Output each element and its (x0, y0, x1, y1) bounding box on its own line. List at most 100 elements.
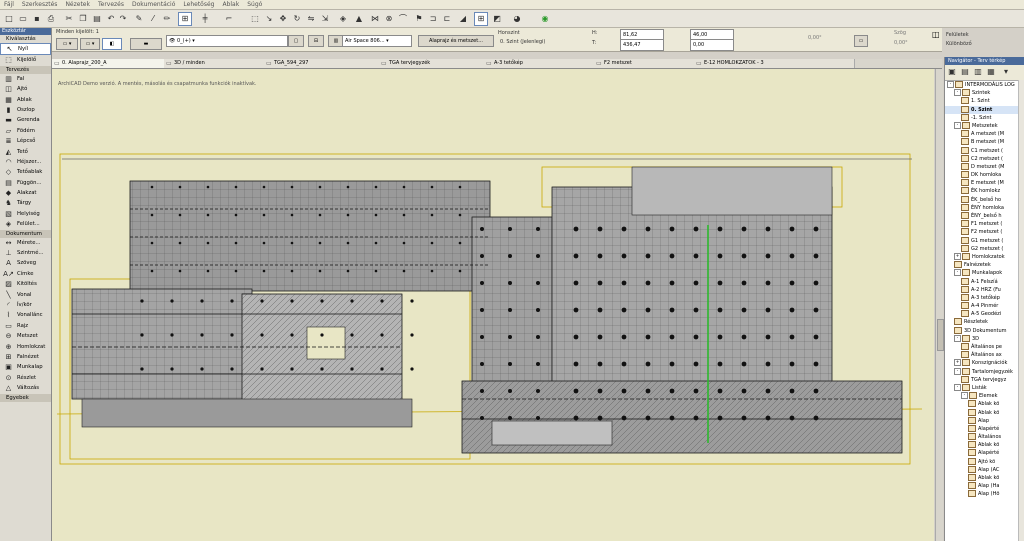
navigator-scrollbar[interactable] (1018, 80, 1024, 541)
zoom-window-icon[interactable]: ⬚ (248, 12, 262, 26)
tree-item[interactable]: Ablak kö (945, 441, 1024, 449)
tree-item[interactable]: ÉK_belső ho (945, 195, 1024, 204)
save-icon[interactable]: ▪ (30, 12, 44, 26)
tree-item[interactable]: 0. Szint (945, 105, 1024, 114)
collapse-icon[interactable]: - (954, 121, 961, 129)
section-dokumentum[interactable]: Dokumentum (0, 229, 51, 238)
pen-button[interactable]: ▢ (288, 35, 304, 47)
tool-section[interactable]: ⊖ Metszet (0, 331, 51, 341)
tree-item[interactable]: Alap (AC (945, 465, 1024, 474)
redo-icon[interactable]: ↷ (116, 12, 130, 26)
collapse-icon[interactable]: - (954, 367, 961, 375)
grid-icon[interactable]: ╪ (198, 12, 212, 26)
plan-view-icon[interactable]: ⊞ (474, 12, 488, 26)
menu-item-4[interactable]: Dokumentáció (128, 0, 179, 9)
pencil-icon[interactable]: ✏ (160, 12, 174, 26)
tree-item[interactable]: DK homloka (945, 171, 1024, 179)
new-icon[interactable]: □ (2, 12, 16, 26)
tab-3[interactable]: ▭ TGA tervjegyzék (379, 59, 485, 68)
tool-elevation[interactable]: ⊕ Homlokzat (0, 342, 51, 352)
render-icon[interactable]: ◕ (510, 12, 524, 26)
collapse-icon[interactable]: - (954, 334, 961, 342)
angle2-value[interactable]: 0,00° (894, 40, 908, 46)
project-map-icon[interactable]: ▣ (947, 67, 957, 77)
tree-item[interactable]: ÉK homlokz (945, 187, 1024, 195)
tree-item[interactable]: TGA tervjegyz (945, 375, 1024, 384)
tab-6[interactable]: ▭ E-12 HOMLOKZATOK - 3 (694, 59, 855, 68)
tree-item[interactable]: Alap (Ha (945, 482, 1024, 490)
tool-drawing[interactable]: ▭ Rajz (0, 321, 51, 331)
tree-item[interactable]: - Szintek (945, 89, 1024, 97)
trim-icon[interactable]: ⊗ (382, 12, 396, 26)
tree-item[interactable]: 3D Dokumentum (945, 326, 1024, 335)
tree-item[interactable]: D metszet (M (945, 162, 1024, 171)
section-marker-icon[interactable]: ◢ (456, 12, 470, 26)
tree-item[interactable]: - Elemek (945, 392, 1024, 400)
scrollbar-thumb[interactable] (937, 319, 944, 351)
menu-item-5[interactable]: Lehetőség (179, 0, 218, 9)
tree-item[interactable]: F2 metszet ( (945, 228, 1024, 236)
tool-zone[interactable]: ▧ Helyiség (0, 209, 51, 219)
tree-item[interactable]: - INTERMODÁLIS LOG (945, 81, 1024, 89)
menu-item-3[interactable]: Tervezés (94, 0, 128, 9)
tree-item[interactable]: - Tartalomjegyzék (945, 367, 1024, 376)
tool-slab[interactable]: ▱ Födém (0, 126, 51, 136)
expand-icon[interactable]: + (954, 252, 961, 260)
tree-item[interactable]: Alapérté (945, 449, 1024, 457)
tree-item[interactable]: Általános (945, 433, 1024, 441)
tree-item[interactable]: Általános pe (945, 343, 1024, 351)
eyedropper-icon[interactable]: ⁄ (146, 12, 160, 26)
collapse-icon[interactable]: - (954, 383, 961, 391)
tree-item[interactable]: Általános ax (945, 351, 1024, 359)
menu-item-1[interactable]: Szerkesztés (18, 0, 62, 9)
collapse-icon[interactable]: - (954, 89, 961, 97)
geometry-method-button[interactable]: ▭ ▾ (56, 38, 78, 50)
tool-polyline[interactable]: ⌇ Vonallánc (0, 310, 51, 320)
adjust-icon[interactable]: ⊏ (440, 12, 454, 26)
tree-item[interactable]: - Listák (945, 383, 1024, 392)
tree-item[interactable]: + Konszignációk (945, 359, 1024, 367)
tree-item[interactable]: Részletek (945, 318, 1024, 326)
tool-level-dimension[interactable]: ⊥ Szintmé... (0, 248, 51, 258)
layout-book-icon[interactable]: ▥ (973, 67, 983, 77)
teamwork-icon[interactable]: ◉ (538, 12, 552, 26)
tool-marquee[interactable]: ⬚ Kijelölő (0, 55, 51, 65)
tool-column[interactable]: ▮ Oszlop (0, 105, 51, 115)
open-icon[interactable]: ▭ (16, 12, 30, 26)
rotate-icon[interactable]: ↻ (290, 12, 304, 26)
tree-item[interactable]: ÉNY_belső h (945, 212, 1024, 220)
tree-item[interactable]: G1 metszet ( (945, 236, 1024, 245)
3d-view-icon[interactable]: ◩ (490, 12, 504, 26)
tree-item[interactable]: F1 metszet ( (945, 220, 1024, 228)
section-egyebek[interactable]: Egyebek (0, 393, 51, 402)
tool-label[interactable]: A↗ Címke (0, 269, 51, 279)
slant-button[interactable]: ▭ (854, 35, 868, 47)
layer-select[interactable]: 👁 0_(+) ▾ (166, 35, 288, 47)
split-icon[interactable]: ⋈ (368, 12, 382, 26)
tool-door[interactable]: ◫ Ajtó (0, 84, 51, 94)
menu-item-0[interactable]: Fájl (0, 0, 18, 9)
tree-item[interactable]: + Homlokzatok (945, 252, 1024, 261)
section-tervezes[interactable]: Tervezés (0, 65, 51, 74)
geometry-button[interactable]: ▭ ▾ (80, 38, 100, 50)
surfaces-value[interactable]: Különböző (946, 41, 972, 47)
guide-icon[interactable]: ⌐ (222, 12, 236, 26)
tool-dimension[interactable]: ↔ Mérete... (0, 238, 51, 248)
collapse-icon[interactable]: - (961, 392, 968, 400)
tree-item[interactable]: - Munkalapok (945, 269, 1024, 277)
tab-2[interactable]: ▭ TGA_594_297 (264, 59, 380, 68)
tree-item[interactable]: 1. Szint (945, 97, 1024, 105)
tool-interior-elevation[interactable]: ⊞ Falnézet (0, 352, 51, 362)
tool-line[interactable]: ╲ Vonal (0, 290, 51, 300)
collapse-icon[interactable]: - (947, 81, 954, 88)
line-type-button[interactable]: ⊟ (308, 35, 324, 47)
tree-item[interactable]: A-5 Geodézi (945, 310, 1024, 318)
home-story-value[interactable]: 0. Szint (Jelenlegi) (500, 39, 545, 45)
offset-icon[interactable]: ⊐ (426, 12, 440, 26)
fillet-icon[interactable]: ⌒ (396, 12, 410, 26)
pick-up-icon[interactable]: ✎ (132, 12, 146, 26)
wall-thickness-button[interactable]: ▬ (130, 38, 162, 50)
drawing-canvas[interactable]: ArchiCAD Demo verzió. A mentés, másolás … (52, 69, 934, 541)
tree-item[interactable]: A-2 HRZ (Fu (945, 285, 1024, 294)
tool-object[interactable]: ♞ Tárgy (0, 198, 51, 208)
